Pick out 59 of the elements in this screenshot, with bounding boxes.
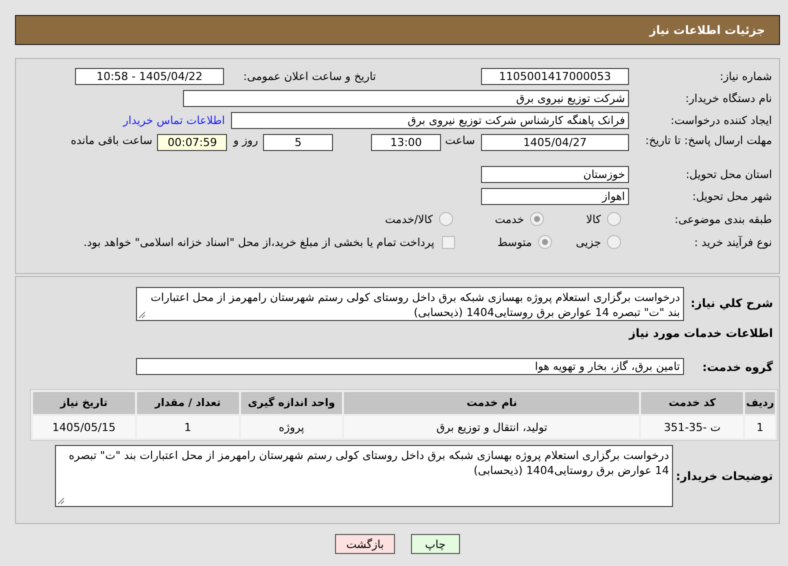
field-label: مهلت ارسال پاسخ: تا تاریخ: (644, 134, 772, 147)
radio-label: متوسط (497, 236, 532, 248)
radio-button[interactable] (530, 212, 544, 226)
radio-label: خدمت (494, 212, 524, 226)
radio-button[interactable] (438, 212, 453, 226)
field-label: ساعت باقی مانده (70, 134, 152, 147)
table-cell: 1405/05/15 (33, 416, 135, 438)
print-button[interactable]: چاپ (410, 534, 460, 554)
payment-note: پرداخت تمام یا بخشی از مبلغ خرید،از محل "اسناد خزانه اسلامی" خواهد بود. (84, 236, 434, 248)
column-header: نام خدمت (344, 392, 640, 414)
checkbox[interactable] (442, 236, 456, 248)
remaining-time-field[interactable]: 00:07:59 (157, 134, 228, 151)
radio-button[interactable] (607, 235, 621, 249)
radio-label: کالا/خدمت (385, 212, 433, 226)
page-title: جزئیات اطلاعات نیاز (649, 23, 765, 37)
field-label: نام دستگاه خریدار: (684, 92, 772, 105)
field-label: روز و (233, 134, 258, 147)
field-label: گروه خدمت: (701, 360, 773, 374)
column-header: واحد اندازه گیری (240, 392, 342, 414)
resize-grip-icon[interactable] (57, 497, 65, 505)
service-group-field[interactable]: تامین برق، گاز، بخار و تهویه هوا (136, 358, 684, 375)
field-label: توضیحات خریدار: (679, 469, 773, 483)
column-header: ردیف (745, 392, 775, 414)
buyer-field[interactable]: شرکت توزیع نیروی برق (183, 90, 629, 107)
contact-link[interactable]: اطلاعات تماس خریدار (123, 114, 225, 127)
deadline-time-field[interactable]: 13:00 (371, 134, 442, 151)
need-number-field[interactable]: 1105001417000053 (481, 68, 629, 85)
field-label: ایجاد کننده درخواست: (670, 114, 772, 127)
field-label: شهر محل تحویل: (691, 190, 772, 203)
column-header: کد خدمت (641, 392, 744, 414)
field-label: تاریخ و ساعت اعلان عمومی: (242, 70, 376, 83)
section-title: اطلاعات خدمات مورد نیاز (628, 326, 773, 340)
deadline-date-field[interactable]: 1405/04/27 (481, 134, 629, 151)
column-header: تاریخ نیاز (33, 392, 135, 414)
radio-button[interactable] (607, 212, 621, 226)
days-field[interactable]: 5 (263, 134, 334, 151)
field-label: استان محل تحویل: (684, 168, 772, 181)
requester-field[interactable]: فرانک پاهنگه کارشناس شرکت توزیع نیروی برق (231, 112, 629, 129)
back-button[interactable]: بازگشت (335, 534, 395, 554)
column-header: تعداد / مقدار (136, 392, 239, 414)
field-label: ساعت (445, 134, 475, 147)
announce-date-field[interactable]: 1405/04/22 - 10:58 (75, 68, 224, 85)
table-cell: 1 (136, 416, 239, 438)
table-cell: 1 (745, 416, 775, 438)
table-cell: پروژه (240, 416, 342, 438)
radio-button[interactable] (538, 235, 552, 249)
field-label: شرح کلي نياز: (691, 295, 773, 310)
field-label: شماره نیاز: (718, 70, 772, 83)
radio-label: کالا (586, 212, 601, 226)
field-label: نوع فرآیند خرید : (693, 236, 772, 248)
radio-label: جزیی (576, 236, 601, 248)
buyer-notes-field[interactable]: درخواست برگزاری استعلام پروژه بهسازی شبکه برق داخل روستای کولی رستم شهرستان رامهرمز از محل اعتبارات بند "ت" تبصره 14 عوارض برق روستایی1404 (ذیحسابی) (55, 445, 673, 507)
resize-grip-icon[interactable] (138, 311, 146, 319)
table-cell: تولید، انتقال و توزیع برق (344, 416, 640, 438)
field-label: طبقه بندی موضوعی: (674, 212, 772, 226)
table-cell: ت -35-351 (641, 416, 744, 438)
description-field[interactable]: درخواست برگزاری استعلام پروژه بهسازی شبکه برق داخل روستای کولی رستم شهرستان رامهرمز از محل اعتبارات بند "ت" تبصره 14 عوارض برق روستایی1404 (ذیحسابی) (136, 287, 684, 321)
province-field[interactable]: خوزستان (481, 166, 629, 183)
city-field[interactable]: اهواز (481, 188, 629, 205)
